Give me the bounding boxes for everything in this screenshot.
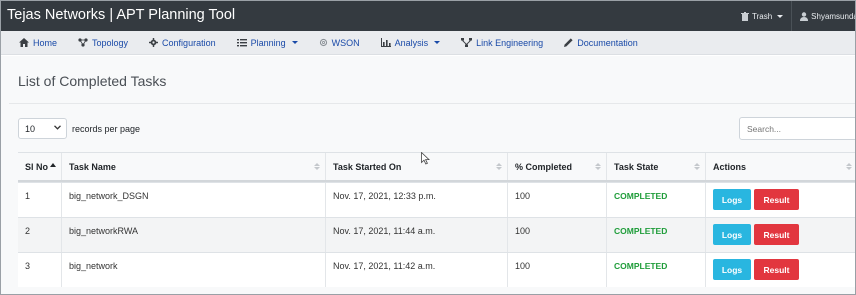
- cell-sl-no: 1: [18, 183, 62, 217]
- user-menu[interactable]: Shyamsundar: [800, 11, 856, 21]
- col-header-label: % Completed: [515, 161, 573, 172]
- cell-task-state: COMPLETED: [607, 218, 706, 252]
- cell-percent: 100: [508, 253, 607, 287]
- cell-percent: 100: [508, 218, 607, 252]
- records-per-page-select[interactable]: 10: [18, 118, 67, 139]
- sort-icon: [846, 163, 852, 170]
- records-per-page-value: 10: [25, 123, 36, 134]
- chevron-down-icon: [291, 41, 298, 44]
- cell-task-name: big_networkRWA: [62, 218, 326, 252]
- col-header-label: Sl No: [25, 161, 49, 172]
- home-icon: [19, 38, 29, 47]
- list-icon: [236, 39, 247, 47]
- nav-link-engineering[interactable]: Link Engineering: [461, 38, 543, 48]
- col-header-percent[interactable]: % Completed: [508, 153, 607, 180]
- trash-icon: [741, 11, 749, 21]
- col-header-sl-no[interactable]: Sl No: [18, 153, 62, 180]
- cell-task-started: Nov. 17, 2021, 11:44 a.m.: [326, 218, 508, 252]
- logs-button[interactable]: Logs: [713, 259, 751, 280]
- status-badge: COMPLETED: [614, 226, 668, 236]
- nav-analysis-label: Analysis: [394, 37, 429, 48]
- col-header-actions[interactable]: Actions: [706, 153, 855, 180]
- cell-task-state: COMPLETED: [607, 183, 706, 217]
- col-header-label: Task State: [614, 161, 659, 172]
- trash-label: Trash: [752, 11, 773, 21]
- topology-icon: [78, 38, 88, 47]
- cell-task-name: big_network: [62, 253, 326, 287]
- gear-outline-icon: [319, 38, 327, 47]
- status-badge: COMPLETED: [614, 261, 668, 271]
- cell-percent: 100: [508, 183, 607, 217]
- cell-actions: Logs Result: [706, 253, 855, 287]
- nav-topology[interactable]: Topology: [78, 38, 128, 48]
- result-button[interactable]: Result: [754, 224, 799, 245]
- col-header-task-started[interactable]: Task Started On: [326, 153, 508, 180]
- gear-icon: [149, 38, 159, 47]
- logs-button[interactable]: Logs: [713, 224, 751, 245]
- app-title: Tejas Networks | APT Planning Tool: [7, 7, 236, 23]
- table-row: 3 big_network Nov. 17, 2021, 11:42 a.m. …: [18, 252, 855, 287]
- cell-task-name: big_network_DSGN: [62, 183, 326, 217]
- table-row: 2 big_networkRWA Nov. 17, 2021, 11:44 a.…: [18, 217, 855, 252]
- status-badge: COMPLETED: [614, 191, 668, 201]
- table-header: Sl No Task Name Task Started On % Comple…: [18, 152, 855, 182]
- cell-task-started: Nov. 17, 2021, 12:33 p.m.: [326, 183, 508, 217]
- top-right-menu: Trash Shyamsundar: [741, 1, 856, 31]
- nav-home[interactable]: Home: [19, 38, 57, 48]
- user-label: Shyamsundar: [811, 11, 856, 21]
- sort-icon: [694, 163, 700, 170]
- divider: [9, 103, 855, 104]
- col-header-task-state[interactable]: Task State: [607, 153, 706, 180]
- chevron-down-icon: [434, 41, 441, 44]
- nav-wson[interactable]: WSON: [319, 38, 360, 48]
- nav-documentation-label: Documentation: [577, 37, 638, 48]
- col-header-label: Actions: [713, 161, 747, 172]
- sort-icon: [314, 163, 320, 170]
- nav-planning-label: Planning: [250, 37, 286, 48]
- table-row: 1 big_network_DSGN Nov. 17, 2021, 12:33 …: [18, 182, 855, 217]
- sort-icon: [496, 163, 502, 170]
- col-header-label: Task Started On: [333, 161, 402, 172]
- col-header-task-name[interactable]: Task Name: [62, 153, 326, 180]
- main-nav: Home Topology Configuration Planning WSO…: [1, 31, 855, 55]
- main-content: List of Completed Tasks 10 records per p…: [1, 56, 855, 294]
- col-header-label: Task Name: [69, 161, 116, 172]
- nav-configuration-label: Configuration: [162, 37, 216, 48]
- bar-chart-icon: [380, 38, 391, 47]
- cell-actions: Logs Result: [706, 218, 855, 252]
- tasks-table: Sl No Task Name Task Started On % Comple…: [18, 152, 855, 287]
- trash-menu[interactable]: Trash: [741, 11, 784, 21]
- nav-documentation[interactable]: Documentation: [564, 38, 638, 48]
- pencil-icon: [564, 38, 573, 47]
- page-title: List of Completed Tasks: [18, 73, 167, 89]
- mouse-cursor-icon: [421, 152, 430, 165]
- top-bar: Tejas Networks | APT Planning Tool Trash…: [1, 1, 856, 31]
- nav-home-label: Home: [33, 37, 58, 48]
- cell-sl-no: 3: [18, 253, 62, 287]
- nav-analysis[interactable]: Analysis: [380, 37, 441, 48]
- nav-planning[interactable]: Planning: [236, 37, 298, 48]
- cell-task-state: COMPLETED: [607, 253, 706, 287]
- nav-wson-label: WSON: [331, 37, 360, 48]
- sort-asc-icon: [50, 163, 57, 167]
- records-per-page: 10 records per page: [18, 118, 140, 139]
- nav-configuration[interactable]: Configuration: [149, 38, 216, 48]
- result-button[interactable]: Result: [754, 189, 799, 210]
- app-window: Tejas Networks | APT Planning Tool Trash…: [0, 0, 856, 295]
- nav-topology-label: Topology: [92, 37, 129, 48]
- user-icon: [800, 11, 809, 21]
- nav-link-engineering-label: Link Engineering: [476, 37, 544, 48]
- cell-sl-no: 2: [18, 218, 62, 252]
- records-per-page-label: records per page: [72, 123, 141, 134]
- sort-icon: [595, 163, 601, 170]
- search-input[interactable]: [739, 117, 855, 140]
- result-button[interactable]: Result: [754, 259, 799, 280]
- divider: [791, 1, 793, 31]
- cell-task-started: Nov. 17, 2021, 11:42 a.m.: [326, 253, 508, 287]
- chevron-down-icon: [54, 125, 61, 130]
- sitemap-icon: [461, 38, 473, 47]
- cell-actions: Logs Result: [706, 183, 855, 217]
- logs-button[interactable]: Logs: [713, 189, 751, 210]
- chevron-down-icon: [777, 14, 784, 18]
